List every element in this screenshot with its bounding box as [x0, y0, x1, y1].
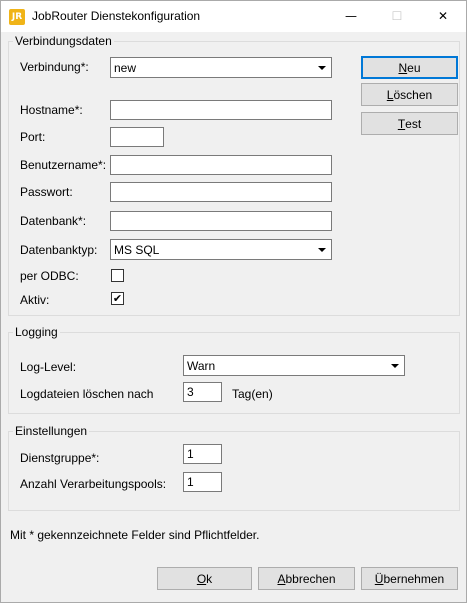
verbindung-label: Verbindung*: [20, 60, 89, 74]
log-delete-unit: Tag(en) [232, 387, 273, 401]
database-type-label: Datenbanktyp: [20, 243, 98, 257]
dialog-window: JR JobRouter Dienstekonfiguration — ☐ ✕ … [0, 0, 467, 603]
settings-group-title: Einstellungen [13, 424, 90, 438]
checkmark-icon: ✔ [112, 292, 123, 305]
required-fields-note: Mit * gekennzeichnete Felder sind Pflich… [10, 528, 260, 542]
port-label: Port: [20, 130, 46, 144]
window-title: JobRouter Dienstekonfiguration [32, 9, 201, 23]
active-checkbox[interactable]: ✔ [111, 292, 124, 305]
verbindung-value: new [114, 61, 137, 75]
database-type-value: MS SQL [114, 243, 160, 257]
chevron-down-icon[interactable] [313, 241, 330, 258]
test-button-accel: T [397, 116, 406, 131]
ok-button-accel: O [196, 571, 207, 586]
delete-button-accel: L [386, 87, 394, 102]
apply-button[interactable]: Übernehmen [361, 567, 458, 590]
log-level-label: Log-Level: [20, 360, 77, 374]
username-label: Benutzername*: [20, 158, 107, 172]
logging-group-title: Logging [13, 325, 60, 339]
username-input[interactable] [110, 155, 332, 175]
close-button[interactable]: ✕ [420, 1, 466, 31]
jobrouter-logo-icon: JR [9, 9, 25, 25]
hostname-input[interactable] [110, 100, 332, 120]
processing-pools-input[interactable] [183, 472, 222, 492]
log-level-value: Warn [187, 359, 216, 373]
log-delete-days-input[interactable] [183, 382, 222, 402]
delete-button[interactable]: Löschen [361, 83, 458, 106]
maximize-button[interactable]: ☐ [374, 1, 420, 31]
processing-pools-label: Anzahl Verarbeitungspools: [20, 477, 167, 491]
chevron-down-icon[interactable] [313, 59, 330, 76]
apply-button-accel: Ü [374, 571, 384, 586]
ok-button[interactable]: Ok [157, 567, 252, 590]
test-button[interactable]: Test [361, 112, 458, 135]
odbc-label: per ODBC: [20, 269, 79, 283]
chevron-down-icon[interactable] [386, 357, 403, 374]
new-button-accel: N [398, 60, 408, 75]
service-group-label: Dienstgruppe*: [20, 451, 100, 465]
service-group-input[interactable] [183, 444, 222, 464]
odbc-checkbox[interactable] [111, 269, 124, 282]
settings-group: Einstellungen [8, 424, 460, 511]
cancel-button[interactable]: Abbrechen [258, 567, 355, 590]
database-input[interactable] [110, 211, 332, 231]
database-label: Datenbank*: [20, 214, 87, 228]
new-button[interactable]: Neu [361, 56, 458, 79]
cancel-button-accel: A [277, 571, 286, 586]
log-level-select[interactable]: Warn [183, 355, 405, 376]
title-bar[interactable]: JR JobRouter Dienstekonfiguration — ☐ ✕ [1, 1, 466, 32]
database-type-select[interactable]: MS SQL [110, 239, 332, 260]
verbindung-select[interactable]: new [110, 57, 332, 78]
password-input[interactable] [110, 182, 332, 202]
connection-group-title: Verbindungsdaten [13, 34, 114, 48]
port-input[interactable] [110, 127, 164, 147]
log-delete-label: Logdateien löschen nach [20, 387, 154, 401]
password-label: Passwort: [20, 185, 73, 199]
minimize-button[interactable]: — [328, 1, 374, 31]
hostname-label: Hostname*: [20, 103, 83, 117]
active-label: Aktiv: [20, 293, 50, 307]
